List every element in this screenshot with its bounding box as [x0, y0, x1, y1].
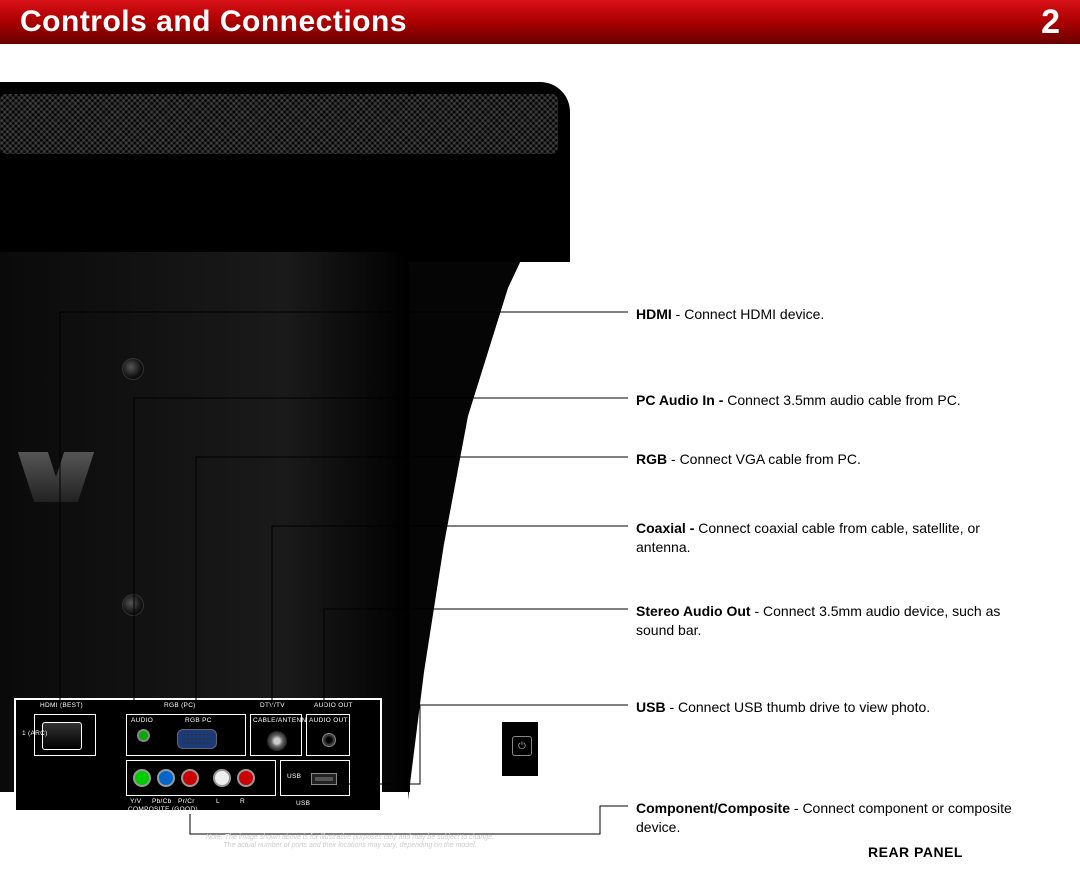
usb-port-icon — [311, 773, 337, 785]
cable-sublabel: CABLE/ANTENNA — [253, 717, 311, 724]
tv-illustration — [0, 82, 620, 802]
disclaimer-line1: Note: The image shown above is for illus… — [206, 834, 494, 841]
rgb-box: AUDIO RGB PC — [126, 714, 246, 756]
audio-out-box: AUDIO OUT — [306, 714, 350, 756]
vga-port-icon — [177, 729, 217, 749]
coax-port-icon — [267, 731, 287, 751]
disclaimer-text: Note: The image shown above is for illus… — [100, 834, 600, 851]
chapter-header: Controls and Connections 2 — [0, 0, 1080, 44]
rca-r-icon — [237, 769, 255, 787]
port-description: Coaxial - Connect coaxial cable from cab… — [636, 519, 1036, 557]
port-desc-title: RGB — [636, 451, 667, 467]
tv-side-curve — [408, 160, 608, 800]
hdmi-section-label: HDMI (BEST) — [40, 702, 83, 709]
usb-bottom-label: USB — [296, 800, 310, 807]
r-label: R — [240, 798, 245, 805]
component-label: COMPONENT (BETTER) — [154, 812, 233, 819]
chapter-title: Controls and Connections — [20, 5, 407, 39]
port-description: Stereo Audio Out - Connect 3.5mm audio d… — [636, 602, 1036, 640]
v-logo-icon — [16, 452, 100, 512]
arc-label: 1 (ARC) — [22, 730, 34, 737]
coax-box: CABLE/ANTENNA — [250, 714, 302, 756]
speaker-grille — [0, 94, 558, 154]
port-desc-title: Stereo Audio Out — [636, 603, 751, 619]
port-desc-title: Component/Composite — [636, 800, 790, 816]
pbcb-label: Pb/Cb — [152, 798, 172, 805]
audio-out-sublabel: AUDIO OUT — [309, 717, 348, 724]
rca-l-icon — [213, 769, 231, 787]
disclaimer-line2: The actual number of ports and their loc… — [223, 842, 476, 849]
rgb-pc-sublabel: RGB PC — [185, 717, 212, 724]
mount-screw-icon — [122, 594, 144, 616]
rear-panel-label: REAR PANEL — [868, 844, 963, 860]
component-box — [126, 760, 276, 796]
power-button-icon: ⏻ — [512, 736, 532, 756]
yv-label: Y/V — [130, 798, 141, 805]
port-desc-text: - Connect VGA cable from PC. — [667, 451, 861, 467]
port-description: HDMI - Connect HDMI device. — [636, 305, 1036, 324]
port-description: USB - Connect USB thumb drive to view ph… — [636, 698, 1036, 717]
audio-out-jack-icon — [322, 733, 336, 747]
port-description: PC Audio In - Connect 3.5mm audio cable … — [636, 391, 1036, 410]
rca-y-icon — [133, 769, 151, 787]
rgb-section-label: RGB (PC) — [164, 702, 196, 709]
port-desc-title: USB — [636, 699, 666, 715]
port-desc-text: Connect 3.5mm audio cable from PC. — [723, 392, 960, 408]
port-desc-title: HDMI — [636, 306, 672, 322]
usb-box: USB — [280, 760, 350, 796]
port-description: RGB - Connect VGA cable from PC. — [636, 450, 1036, 469]
hdmi-port-icon — [42, 722, 82, 750]
port-desc-title: Coaxial - — [636, 520, 694, 536]
mount-screw-icon — [122, 358, 144, 380]
rca-pb-icon — [157, 769, 175, 787]
usb-sublabel: USB — [287, 773, 301, 780]
l-label: L — [216, 798, 220, 805]
page-content: HDMI (BEST) RGB (PC) DTV/TV AUDIO OUT 1 … — [0, 44, 1080, 834]
audio-sublabel: AUDIO — [131, 717, 153, 724]
rca-pr-icon — [181, 769, 199, 787]
chapter-number: 2 — [1041, 3, 1060, 42]
port-description: Component/Composite - Connect component … — [636, 799, 1036, 837]
prcr-label: Pr/Cr — [178, 798, 195, 805]
dtv-section-label: DTV/TV — [260, 702, 285, 709]
port-panel: HDMI (BEST) RGB (PC) DTV/TV AUDIO OUT 1 … — [14, 698, 382, 812]
power-button-panel: ⏻ — [500, 720, 540, 778]
port-desc-text: - Connect HDMI device. — [672, 306, 825, 322]
port-desc-title: PC Audio In - — [636, 392, 723, 408]
pc-audio-jack-icon — [137, 729, 150, 742]
audio-out-section-label: AUDIO OUT — [314, 702, 353, 709]
port-desc-text: - Connect USB thumb drive to view photo. — [666, 699, 931, 715]
